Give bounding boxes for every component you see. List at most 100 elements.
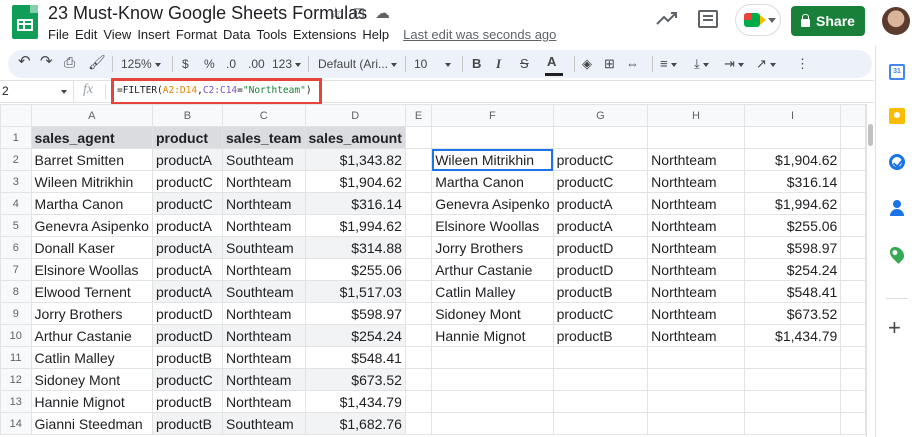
column-header-g[interactable]: G	[552, 104, 649, 127]
cell-e12[interactable]	[404, 368, 433, 391]
column-header-a[interactable]: A	[30, 104, 153, 127]
cell-e13[interactable]	[404, 390, 433, 413]
cell-b12[interactable]: productC	[151, 368, 224, 391]
undo-icon[interactable]: ↶	[18, 53, 31, 71]
column-header-f[interactable]: F	[431, 104, 554, 127]
text-color-button[interactable]: A	[547, 53, 556, 71]
cell-h9[interactable]: Northteam	[647, 302, 745, 325]
row-header[interactable]: 3	[0, 170, 32, 193]
cell-h11[interactable]	[647, 346, 745, 369]
name-box[interactable]: 2	[0, 81, 74, 102]
cell-g3[interactable]: productC	[552, 170, 649, 193]
cell-c7[interactable]: Northteam	[222, 258, 306, 281]
increase-decimal-button[interactable]: .00	[248, 55, 265, 73]
share-button[interactable]: Share	[791, 6, 865, 36]
cell-i3[interactable]: $316.14	[743, 170, 842, 193]
cell-h3[interactable]: Northteam	[647, 170, 745, 193]
row-header[interactable]: 2	[0, 148, 32, 171]
cell-e7[interactable]	[404, 258, 433, 281]
cell-g2[interactable]: productC	[552, 148, 649, 171]
column-header-b[interactable]: B	[151, 104, 224, 127]
calendar-icon[interactable]: 31	[889, 64, 905, 80]
column-header-i[interactable]: I	[743, 104, 842, 127]
cell-a2[interactable]: Barret Smitten	[30, 148, 153, 171]
contacts-icon[interactable]	[889, 200, 905, 216]
cell-blank[interactable]	[840, 258, 866, 281]
row-header[interactable]: 4	[0, 192, 32, 215]
cell-a1[interactable]: sales_agent	[30, 126, 153, 149]
menu-insert[interactable]: Insert	[136, 27, 175, 42]
cell-g12[interactable]	[552, 368, 649, 391]
row-header[interactable]: 13	[0, 390, 32, 413]
cell-i9[interactable]: $673.52	[743, 302, 842, 325]
merge-cells-icon[interactable]: ⇔	[626, 55, 639, 73]
percent-format-button[interactable]: %	[204, 55, 215, 73]
row-header[interactable]: 12	[0, 368, 32, 391]
cell-b6[interactable]: productA	[151, 236, 224, 259]
cell-d11[interactable]: $548.41	[304, 346, 406, 369]
cell-e6[interactable]	[404, 236, 433, 259]
column-header-h[interactable]: H	[647, 104, 745, 127]
cell-e8[interactable]	[404, 280, 433, 303]
cell-a6[interactable]: Donall Kaser	[30, 236, 153, 259]
cell-f4[interactable]: Genevra Asipenko	[431, 192, 554, 215]
cell-b2[interactable]: productA	[151, 148, 224, 171]
tasks-icon[interactable]	[889, 154, 905, 170]
cell-b13[interactable]: productB	[151, 390, 224, 413]
cell-e4[interactable]	[404, 192, 433, 215]
cell-d14[interactable]: $1,682.76	[304, 412, 406, 435]
cell-c10[interactable]: Northteam	[222, 324, 306, 347]
cell-a7[interactable]: Elsinore Woollas	[30, 258, 153, 281]
cell-e9[interactable]	[404, 302, 433, 325]
cell-b4[interactable]: productC	[151, 192, 224, 215]
cell-g5[interactable]: productA	[552, 214, 649, 237]
row-header[interactable]: 5	[0, 214, 32, 237]
meet-button[interactable]	[735, 4, 781, 36]
cell-h13[interactable]	[647, 390, 745, 413]
cell-a9[interactable]: Jorry Brothers	[30, 302, 153, 325]
font-select[interactable]: Default (Ari...	[318, 55, 398, 73]
cell-b1[interactable]: product	[151, 126, 224, 149]
cell-d9[interactable]: $598.97	[304, 302, 406, 325]
column-header-e[interactable]: E	[404, 104, 433, 127]
menu-data[interactable]: Data	[222, 27, 255, 42]
cell-b14[interactable]: productB	[151, 412, 224, 435]
cell-g6[interactable]: productD	[552, 236, 649, 259]
cell-a11[interactable]: Catlin Malley	[30, 346, 153, 369]
cell-c6[interactable]: Southteam	[222, 236, 306, 259]
cell-d8[interactable]: $1,517.03	[304, 280, 406, 303]
cell-d12[interactable]: $673.52	[304, 368, 406, 391]
cell-i8[interactable]: $548.41	[743, 280, 842, 303]
cell-f2[interactable]: Wileen Mitrikhin	[431, 148, 554, 171]
redo-icon[interactable]: ↷	[40, 53, 53, 71]
cell-f7[interactable]: Arthur Castanie	[431, 258, 554, 281]
cell-c4[interactable]: Northteam	[222, 192, 306, 215]
cell-h10[interactable]: Northteam	[647, 324, 745, 347]
cell-d13[interactable]: $1,434.79	[304, 390, 406, 413]
strikethrough-button[interactable]: S	[520, 55, 529, 73]
cell-a4[interactable]: Martha Canon	[30, 192, 153, 215]
cell-a5[interactable]: Genevra Asipenko	[30, 214, 153, 237]
cell-g14[interactable]	[552, 412, 649, 435]
keep-icon[interactable]	[889, 108, 905, 124]
column-header-c[interactable]: C	[222, 104, 306, 127]
cell-i14[interactable]	[743, 412, 842, 435]
paint-format-icon[interactable]: 🖌	[88, 53, 106, 71]
cell-e3[interactable]	[404, 170, 433, 193]
borders-icon[interactable]: ⊞	[604, 55, 615, 73]
row-header[interactable]: 7	[0, 258, 32, 281]
decrease-decimal-button[interactable]: .0	[226, 55, 236, 73]
vertical-scrollbar[interactable]	[866, 104, 874, 437]
cell-c13[interactable]: Northteam	[222, 390, 306, 413]
cell-c14[interactable]: Southteam	[222, 412, 306, 435]
cell-a14[interactable]: Gianni Steedman	[30, 412, 153, 435]
cell-c2[interactable]: Southteam	[222, 148, 306, 171]
cell-f6[interactable]: Jorry Brothers	[431, 236, 554, 259]
cell-g1[interactable]	[552, 126, 649, 149]
cell-c8[interactable]: Southteam	[222, 280, 306, 303]
text-wrapping-icon[interactable]: ⇥	[724, 55, 744, 73]
cell-blank[interactable]	[840, 346, 866, 369]
row-header[interactable]: 8	[0, 280, 32, 303]
cell-h4[interactable]: Northteam	[647, 192, 745, 215]
add-addon-icon[interactable]: +	[888, 317, 901, 339]
